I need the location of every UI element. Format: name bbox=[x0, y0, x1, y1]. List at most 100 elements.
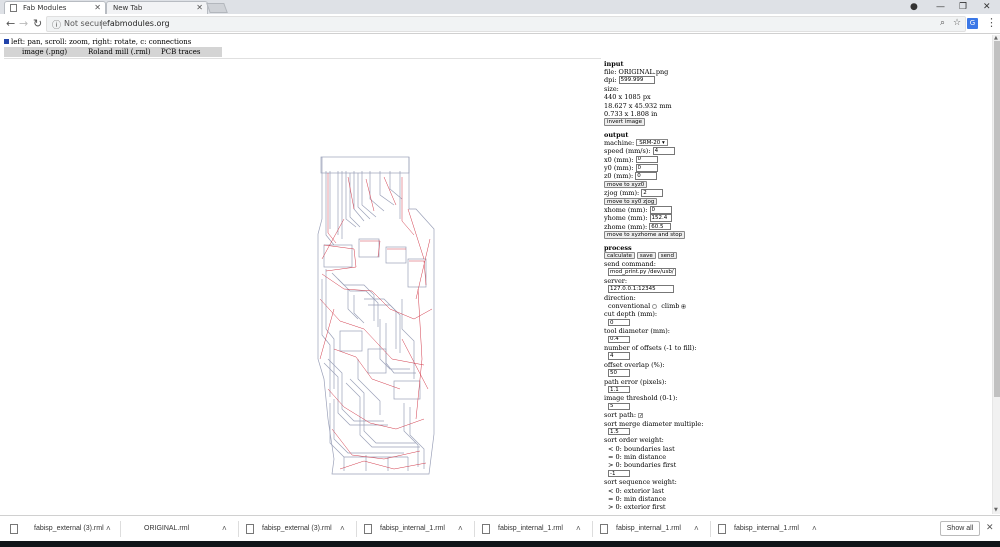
tool-diameter-input[interactable] bbox=[608, 335, 630, 344]
sort-order-label: sort order weight: bbox=[604, 436, 664, 445]
sort-path-label: sort path: bbox=[604, 411, 637, 420]
cut-depth-input[interactable] bbox=[608, 318, 630, 327]
cut-depth-label: cut depth (mm): bbox=[604, 310, 658, 319]
zhome-label: zhome (mm): bbox=[604, 222, 648, 231]
download-item[interactable]: ORIGINAL.rml ˄ bbox=[120, 522, 232, 536]
overlap-label: offset overlap (%): bbox=[604, 360, 665, 369]
profile-icon[interactable]: ● bbox=[910, 0, 918, 14]
scroll-down-icon[interactable]: ▼ bbox=[994, 507, 998, 513]
offsets-input[interactable] bbox=[608, 352, 630, 360]
file-icon bbox=[482, 524, 490, 534]
chevron-up-icon[interactable]: ˄ bbox=[340, 522, 345, 536]
search-icon[interactable]: ⌕ bbox=[940, 18, 945, 28]
address-bar[interactable]: ⓘ Not secure fabmodules.org ⌕ ☆ bbox=[46, 16, 966, 32]
file-icon bbox=[600, 524, 608, 534]
restore-icon[interactable]: ❐ bbox=[959, 0, 967, 14]
url-text[interactable]: fabmodules.org bbox=[107, 19, 170, 28]
overlap-input[interactable] bbox=[608, 369, 630, 377]
machine-label: machine: bbox=[604, 138, 635, 147]
download-item[interactable]: fabisp_internal_1.rml ˄ bbox=[364, 522, 468, 536]
translate-extension-icon[interactable]: G bbox=[967, 18, 978, 29]
download-item[interactable]: fabisp_internal_1.rml ˄ bbox=[482, 522, 586, 536]
tab-new-tab[interactable]: New Tab ✕ bbox=[106, 1, 208, 14]
chevron-up-icon[interactable]: ˄ bbox=[694, 522, 699, 536]
sort-seq-hint-gt: > 0: exterior first bbox=[608, 503, 666, 512]
reload-icon[interactable]: ↻ bbox=[33, 17, 42, 31]
send-command-input[interactable] bbox=[608, 268, 676, 276]
y0-label: y0 (mm): bbox=[604, 164, 634, 173]
chevron-up-icon[interactable]: ˄ bbox=[458, 522, 463, 536]
y0-input[interactable] bbox=[635, 164, 658, 172]
show-all-button[interactable]: Show all bbox=[940, 521, 980, 536]
toolpath-lower bbox=[327, 288, 427, 470]
browser-toolbar: ← → ↻ ⓘ Not secure fabmodules.org ⌕ ☆ G … bbox=[0, 14, 1000, 34]
tab-roland-mill[interactable]: Roland mill (.rml) bbox=[88, 47, 151, 57]
settings-panel: input file: ORIGINAL.png dpi: size: 440 … bbox=[604, 60, 992, 514]
machine-select[interactable]: SRM-20 ▾ bbox=[636, 138, 668, 147]
close-tab-icon[interactable]: ✕ bbox=[94, 2, 101, 14]
tab-title: New Tab bbox=[113, 4, 143, 12]
threshold-input[interactable] bbox=[608, 402, 630, 411]
download-item[interactable]: fabisp_internal_1.rml ˄ bbox=[600, 522, 704, 536]
conventional-radio[interactable] bbox=[652, 303, 658, 309]
size-in: 0.733 x 1.808 in bbox=[604, 110, 658, 119]
zhome-input[interactable] bbox=[649, 222, 672, 231]
minimize-icon[interactable]: — bbox=[936, 0, 945, 14]
download-item[interactable]: fabisp_external (3).rml ˄ bbox=[10, 522, 116, 536]
chevron-up-icon[interactable]: ˄ bbox=[576, 522, 581, 536]
page-scrollbar[interactable]: ▲ ▼ bbox=[992, 35, 1000, 514]
finger-traces bbox=[329, 171, 403, 235]
send-command-label: send command: bbox=[604, 260, 656, 269]
menu-icon[interactable]: ⋮ bbox=[986, 16, 997, 29]
info-icon[interactable]: ⓘ bbox=[52, 18, 61, 31]
file-icon bbox=[10, 524, 18, 534]
file-icon bbox=[246, 524, 254, 534]
close-tab-icon[interactable]: ✕ bbox=[196, 2, 203, 14]
chevron-up-icon[interactable]: ˄ bbox=[106, 522, 111, 536]
move-xyz0-button[interactable]: move to xyz0 bbox=[604, 180, 648, 189]
tab-fab-modules[interactable]: Fab Modules ✕ bbox=[4, 1, 106, 14]
browser-tab-strip: Fab Modules ✕ New Tab ✕ ● — ❐ ✕ bbox=[0, 0, 1000, 14]
new-tab-button[interactable] bbox=[206, 3, 228, 13]
invert-image-button[interactable]: invert image bbox=[604, 118, 645, 126]
sort-merge-input[interactable] bbox=[608, 427, 630, 436]
save-button[interactable]: save bbox=[636, 251, 656, 260]
z0-input[interactable] bbox=[635, 172, 658, 180]
toolpath-viewport[interactable] bbox=[4, 58, 601, 543]
x0-input[interactable] bbox=[635, 155, 658, 164]
send-button[interactable]: send bbox=[657, 251, 677, 260]
download-shelf: fabisp_external (3).rml ˄ ORIGINAL.rml ˄ f… bbox=[0, 515, 1000, 541]
xhome-input[interactable] bbox=[649, 206, 672, 214]
toolpath-pads bbox=[323, 240, 427, 286]
close-window-icon[interactable]: ✕ bbox=[983, 0, 991, 14]
speed-label: speed (mm/s): bbox=[604, 147, 651, 156]
star-icon[interactable]: ☆ bbox=[953, 18, 961, 28]
sort-seq-label: sort sequence weight: bbox=[604, 478, 677, 487]
calculate-button[interactable]: calculate bbox=[604, 251, 635, 260]
pad-c bbox=[385, 246, 407, 264]
move-jog-button[interactable]: move to xy0 zjog bbox=[604, 197, 658, 206]
back-icon[interactable]: ← bbox=[6, 17, 15, 31]
os-taskbar bbox=[0, 541, 1000, 547]
download-item[interactable]: fabisp_external (3).rml ˄ bbox=[246, 522, 350, 536]
chevron-up-icon[interactable]: ˄ bbox=[812, 522, 817, 536]
zjog-input[interactable] bbox=[641, 189, 664, 197]
speed-input[interactable] bbox=[652, 147, 675, 155]
chevron-up-icon[interactable]: ˄ bbox=[222, 522, 227, 536]
dpi-label: dpi: bbox=[604, 76, 617, 85]
dpi-input[interactable] bbox=[618, 76, 655, 84]
tab-image-png[interactable]: image (.png) bbox=[22, 47, 67, 57]
direction-climb-label: climb bbox=[661, 302, 680, 311]
server-input[interactable] bbox=[608, 285, 674, 293]
download-item[interactable]: fabisp_internal_1.rml ˄ bbox=[718, 522, 822, 536]
close-shelf-icon[interactable]: ✕ bbox=[986, 523, 994, 533]
separator bbox=[101, 20, 102, 29]
forward-icon[interactable]: → bbox=[19, 17, 28, 31]
sort-order-input[interactable] bbox=[608, 469, 630, 478]
climb-radio[interactable] bbox=[681, 303, 687, 309]
move-home-button[interactable]: move to xyzhome and stop bbox=[604, 231, 686, 239]
scrollbar-thumb[interactable] bbox=[994, 41, 1000, 397]
path-error-input[interactable] bbox=[608, 385, 630, 394]
yhome-input[interactable] bbox=[649, 214, 672, 222]
sort-path-checkbox[interactable]: ✓ bbox=[638, 412, 643, 418]
